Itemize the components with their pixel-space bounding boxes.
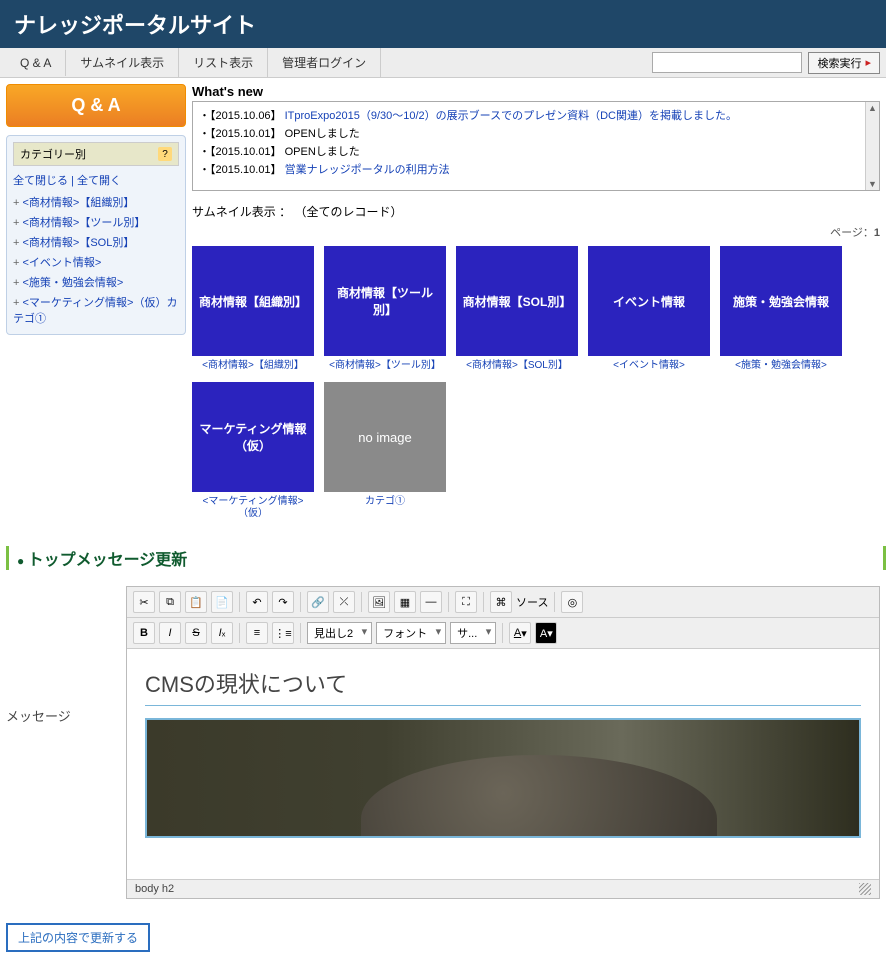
tile[interactable]: 商材情報【組織別】 xyxy=(192,246,314,356)
page-info: ページ：1 xyxy=(192,224,880,240)
tab-list[interactable]: リスト表示 xyxy=(179,48,268,77)
category-panel: カテゴリー別 ? 全て閉じる | 全て開く <商材情報>【組織別】 <商材情報>… xyxy=(6,135,186,335)
close-all-link[interactable]: 全て閉じる xyxy=(13,175,68,187)
tile-caption[interactable]: カテゴ① xyxy=(324,496,446,508)
editor-toolbar-2: B I S Iₓ ≡ ⋮≡ 見出し2 フォント サ... A▾ A▾ xyxy=(127,618,879,649)
font-select[interactable]: フォント xyxy=(376,622,446,644)
thumbnail-grid: 商材情報【組織別】 <商材情報>【組織別】 商材情報【ツール別】 <商材情報>【ツー… xyxy=(192,246,880,520)
editor-toolbar-1: ✂ ⧉ 📋 📄 ↶ ↷ 🔗 ⤫ 🖼 ▦ ― ⛶ ⌘ ソース ◎ xyxy=(127,587,879,618)
news-link[interactable]: ITproExpo2015（9/30～10/2）の展示ブースでのプレゼン資料（D… xyxy=(285,110,737,122)
maximize-icon[interactable]: ⛶ xyxy=(455,591,477,613)
image-icon[interactable]: 🖼 xyxy=(368,591,390,613)
tile[interactable]: 施策・勉強会情報 xyxy=(720,246,842,356)
category-list: <商材情報>【組織別】 <商材情報>【ツール別】 <商材情報>【SOL別】 <イ… xyxy=(13,192,179,328)
scrollbar[interactable] xyxy=(865,102,879,190)
cut-icon[interactable]: ✂ xyxy=(133,591,155,613)
editor-path-bar: body h2 xyxy=(127,879,879,898)
numlist-icon[interactable]: ≡ xyxy=(246,622,268,644)
tile[interactable]: 商材情報【SOL別】 xyxy=(456,246,578,356)
category-toggle: 全て閉じる | 全て開く xyxy=(13,172,179,188)
content-heading[interactable]: CMSの現状について xyxy=(145,667,861,706)
thumbnail-label: サムネイル表示 ： （全てのレコード） xyxy=(192,203,880,220)
source-label[interactable]: ソース xyxy=(516,594,548,610)
site-header: ナレッジポータルサイト xyxy=(0,0,886,48)
tile-caption[interactable]: <イベント情報> xyxy=(588,360,710,372)
category-item[interactable]: <施策・勉強会情報> xyxy=(13,272,179,292)
tile-caption[interactable]: <商材情報>【ツール別】 xyxy=(324,360,446,372)
content-image[interactable] xyxy=(145,718,861,838)
news-text: OPENしました xyxy=(285,128,360,140)
open-all-link[interactable]: 全て開く xyxy=(77,175,121,187)
tab-qa[interactable]: Q & A xyxy=(6,50,66,76)
tile[interactable]: 商材情報【ツール別】 xyxy=(324,246,446,356)
bullist-icon[interactable]: ⋮≡ xyxy=(272,622,294,644)
rich-text-editor: ✂ ⧉ 📋 📄 ↶ ↷ 🔗 ⤫ 🖼 ▦ ― ⛶ ⌘ ソース ◎ B I S xyxy=(126,586,880,899)
category-item[interactable]: <商材情報>【SOL別】 xyxy=(13,232,179,252)
tile-caption[interactable]: <商材情報>【組織別】 xyxy=(192,360,314,372)
paste-icon[interactable]: 📋 xyxy=(185,591,207,613)
tile-noimage[interactable]: no image xyxy=(324,382,446,492)
category-header: カテゴリー別 ? xyxy=(13,142,179,166)
copy-icon[interactable]: ⧉ xyxy=(159,591,181,613)
tab-thumbnail[interactable]: サムネイル表示 xyxy=(66,48,179,77)
qa-button[interactable]: Q & A xyxy=(6,84,186,127)
bold-icon[interactable]: B xyxy=(133,622,155,644)
size-select[interactable]: サ... xyxy=(450,622,496,644)
search-input[interactable] xyxy=(652,52,802,73)
tab-admin-login[interactable]: 管理者ログイン xyxy=(268,48,381,77)
removeformat-icon[interactable]: Iₓ xyxy=(211,622,233,644)
whatsnew-box: ・【2015.10.06】 ITproExpo2015（9/30～10/2）の展… xyxy=(192,101,880,191)
section-title: トップメッセージ更新 xyxy=(6,546,886,570)
strike-icon[interactable]: S xyxy=(185,622,207,644)
table-icon[interactable]: ▦ xyxy=(394,591,416,613)
news-text: OPENしました xyxy=(285,146,360,158)
source-icon[interactable]: ⌘ xyxy=(490,591,512,613)
textcolor-icon[interactable]: A▾ xyxy=(509,622,531,644)
paste-text-icon[interactable]: 📄 xyxy=(211,591,233,613)
search-button[interactable]: 検索実行▸ xyxy=(808,52,880,74)
hr-icon[interactable]: ― xyxy=(420,591,442,613)
italic-icon[interactable]: I xyxy=(159,622,181,644)
category-badge-icon[interactable]: ? xyxy=(158,147,172,161)
resize-grip-icon[interactable] xyxy=(859,883,871,895)
update-button[interactable]: 上記の内容で更新する xyxy=(6,923,150,952)
main-toolbar: Q & A サムネイル表示 リスト表示 管理者ログイン 検索実行▸ xyxy=(0,48,886,78)
arrow-icon: ▸ xyxy=(865,56,871,69)
tile-caption[interactable]: <施策・勉強会情報> xyxy=(720,360,842,372)
template-icon[interactable]: ◎ xyxy=(561,591,583,613)
tile-caption[interactable]: <商材情報>【SOL別】 xyxy=(456,360,578,372)
news-link[interactable]: 営業ナレッジポータルの利用方法 xyxy=(285,164,450,176)
bgcolor-icon[interactable]: A▾ xyxy=(535,622,557,644)
link-icon[interactable]: 🔗 xyxy=(307,591,329,613)
category-item[interactable]: <商材情報>【組織別】 xyxy=(13,192,179,212)
whatsnew-title: What's new xyxy=(192,84,880,99)
category-item[interactable]: <マーケティング情報>（仮）カテゴ① xyxy=(13,292,179,328)
category-item[interactable]: <商材情報>【ツール別】 xyxy=(13,212,179,232)
element-path[interactable]: body h2 xyxy=(135,883,174,895)
tile[interactable]: イベント情報 xyxy=(588,246,710,356)
heading-select[interactable]: 見出し2 xyxy=(307,622,372,644)
editor-content[interactable]: CMSの現状について xyxy=(127,649,879,879)
undo-icon[interactable]: ↶ xyxy=(246,591,268,613)
tile-caption[interactable]: <マーケティング情報>（仮） xyxy=(192,496,314,520)
editor-side-label: メッセージ xyxy=(6,586,106,899)
redo-icon[interactable]: ↷ xyxy=(272,591,294,613)
unlink-icon[interactable]: ⤫ xyxy=(333,591,355,613)
category-item[interactable]: <イベント情報> xyxy=(13,252,179,272)
tile[interactable]: マーケティング情報（仮） xyxy=(192,382,314,492)
